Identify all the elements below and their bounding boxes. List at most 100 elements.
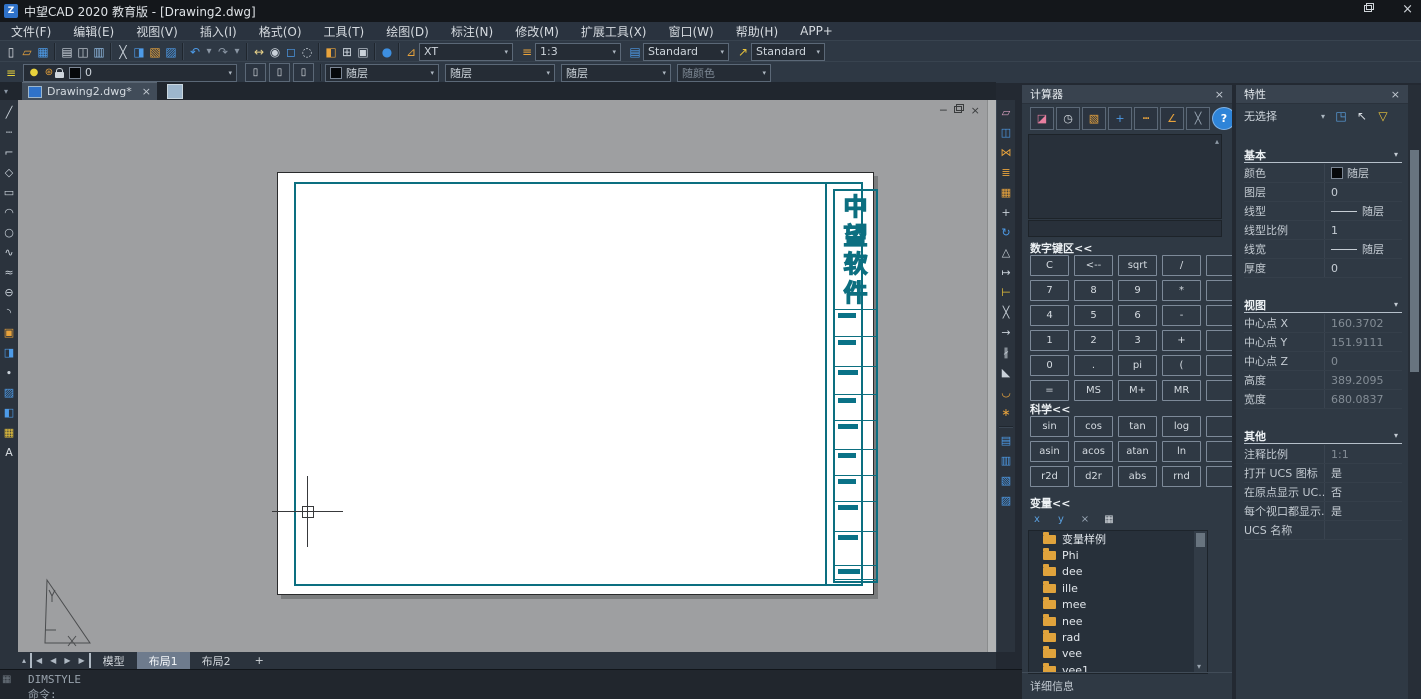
property-value[interactable]: 是 bbox=[1324, 464, 1402, 482]
redo-icon[interactable]: ↷ bbox=[215, 44, 231, 60]
publish-icon[interactable]: ▥ bbox=[91, 44, 107, 60]
text-style-icon[interactable]: ▤ bbox=[627, 44, 643, 60]
sci-key-log[interactable]: log bbox=[1162, 416, 1201, 437]
calculator-input-icon[interactable]: ▦ bbox=[1102, 512, 1116, 526]
property-value[interactable]: 随层 bbox=[1324, 202, 1402, 220]
copy-clip-icon[interactable]: ◨ bbox=[131, 44, 147, 60]
intersection-of-lines-icon[interactable]: ╳ bbox=[1186, 107, 1210, 130]
menu-help[interactable]: 帮助(H) bbox=[725, 22, 789, 40]
numpad-section-label[interactable]: 数字键区<< bbox=[1030, 240, 1092, 256]
ellipse-icon[interactable]: ⊖ bbox=[1, 284, 17, 300]
plot-icon[interactable]: ▤ bbox=[59, 44, 75, 60]
model-space-icon[interactable]: ▣ bbox=[355, 44, 371, 60]
property-value[interactable]: 否 bbox=[1324, 483, 1402, 501]
sci-key-tan[interactable]: tan bbox=[1118, 416, 1157, 437]
dimension-style-combo[interactable]: XT▾ bbox=[419, 43, 513, 61]
polygon-icon[interactable]: ◇ bbox=[1, 164, 17, 180]
erase-icon[interactable]: ▱ bbox=[998, 104, 1014, 120]
numpad-key-clipped[interactable] bbox=[1206, 355, 1232, 376]
help-icon[interactable]: ? bbox=[1212, 107, 1232, 130]
angle-of-line-icon[interactable]: ∠ bbox=[1160, 107, 1184, 130]
chevron-down-icon[interactable]: ▾ bbox=[716, 48, 724, 56]
numpad-key--[interactable]: - bbox=[1162, 305, 1201, 326]
numpad-key-<--[interactable]: <-- bbox=[1074, 255, 1113, 276]
draworder-back-icon[interactable]: ▥ bbox=[998, 452, 1014, 468]
menu-modify[interactable]: 修改(M) bbox=[504, 22, 570, 40]
property-value[interactable]: 680.0837 bbox=[1324, 390, 1402, 408]
get-coordinates-icon[interactable]: + bbox=[1108, 107, 1132, 130]
numpad-key-([interactable]: ( bbox=[1162, 355, 1201, 376]
extend-icon[interactable]: → bbox=[998, 324, 1014, 340]
menu-express-tools[interactable]: 扩展工具(X) bbox=[570, 22, 658, 40]
menu-edit[interactable]: 编辑(E) bbox=[62, 22, 125, 40]
next-layout-button[interactable]: ▶ bbox=[60, 653, 74, 668]
color-control-combo[interactable]: 随层 ▾ bbox=[325, 64, 439, 82]
clear-history-icon[interactable]: ◷ bbox=[1056, 107, 1080, 130]
make-block-icon[interactable]: ◨ bbox=[1, 344, 17, 360]
zoom-window-icon[interactable]: ◻ bbox=[283, 44, 299, 60]
sci-key-d2r[interactable]: d2r bbox=[1074, 466, 1113, 487]
scientific-section-label[interactable]: 科学<< bbox=[1030, 401, 1070, 417]
point-icon[interactable]: ∙ bbox=[1, 364, 17, 380]
sci-key-abs[interactable]: abs bbox=[1118, 466, 1157, 487]
circle-icon[interactable]: ○ bbox=[1, 224, 17, 240]
menu-window[interactable]: 窗口(W) bbox=[658, 22, 725, 40]
scale-list-icon[interactable]: ≡ bbox=[519, 44, 535, 60]
stretch-icon[interactable]: ↦ bbox=[998, 264, 1014, 280]
variable-item-3[interactable]: ille bbox=[1029, 580, 1207, 596]
cut-icon[interactable]: ╳ bbox=[115, 44, 131, 60]
scrollbar-thumb[interactable] bbox=[1410, 150, 1419, 372]
insert-block-icon[interactable]: ▣ bbox=[1, 324, 17, 340]
numpad-key-clipped[interactable] bbox=[1206, 380, 1232, 401]
break-icon[interactable]: ∦ bbox=[998, 344, 1014, 360]
close-calculator-icon[interactable]: × bbox=[1215, 88, 1224, 101]
sci-key-rnd[interactable]: rnd bbox=[1162, 466, 1201, 487]
title-bar[interactable]: Z 中望CAD 2020 教育版 - [Drawing2.dwg] × bbox=[0, 0, 1421, 22]
pan-icon[interactable]: ↔ bbox=[251, 44, 267, 60]
sci-key-sin[interactable]: sin bbox=[1030, 416, 1069, 437]
text-style-combo[interactable]: Standard▾ bbox=[643, 43, 729, 61]
section-header-其他[interactable]: 其他▾ bbox=[1244, 428, 1402, 444]
render-icon[interactable]: ● bbox=[379, 44, 395, 60]
sci-key-clipped[interactable] bbox=[1206, 466, 1232, 487]
lengthen-icon[interactable]: ⊢ bbox=[998, 284, 1014, 300]
scroll-down-icon[interactable]: ▾ bbox=[1197, 662, 1201, 671]
mtext-icon[interactable]: A bbox=[1, 444, 17, 460]
sci-key-clipped[interactable] bbox=[1206, 441, 1232, 462]
tab-scroll-icon[interactable]: ▾ bbox=[4, 87, 8, 96]
zoom-realtime-icon[interactable]: ◉ bbox=[267, 44, 283, 60]
numpad-key-clipped[interactable] bbox=[1206, 305, 1232, 326]
numpad-key-clipped[interactable] bbox=[1206, 280, 1232, 301]
add-layout-button[interactable]: + bbox=[243, 652, 276, 669]
rotate-icon[interactable]: ↻ bbox=[998, 224, 1014, 240]
explode-icon[interactable]: ∗ bbox=[998, 404, 1014, 420]
calculator-history-box[interactable]: ▴ bbox=[1028, 134, 1222, 219]
menu-tools[interactable]: 工具(T) bbox=[313, 22, 376, 40]
variable-item-5[interactable]: nee bbox=[1029, 613, 1207, 629]
chamfer-icon[interactable]: ◣ bbox=[998, 364, 1014, 380]
distance-between-points-icon[interactable]: ┅ bbox=[1134, 107, 1158, 130]
layer-previous-button[interactable]: ▯ bbox=[269, 63, 290, 82]
plot-preview-icon[interactable]: ◫ bbox=[75, 44, 91, 60]
variable-item-2[interactable]: dee bbox=[1029, 564, 1207, 580]
new-document-button[interactable] bbox=[167, 84, 183, 99]
array-icon[interactable]: ▦ bbox=[998, 184, 1014, 200]
layer-states-button[interactable]: ▯ bbox=[293, 63, 314, 82]
quick-select-icon[interactable]: ▽ bbox=[1375, 108, 1391, 124]
dimension-style-icon[interactable]: ⊿ bbox=[403, 44, 419, 60]
property-value[interactable]: 0 bbox=[1324, 352, 1402, 370]
close-document-window-icon[interactable]: × bbox=[971, 104, 980, 117]
chevron-down-icon[interactable]: ▾ bbox=[658, 69, 666, 77]
command-window-grip-icon[interactable]: ▦ bbox=[2, 674, 14, 686]
variables-scrollbar[interactable]: ▾ bbox=[1194, 531, 1207, 673]
viewports-icon[interactable]: ◧ bbox=[323, 44, 339, 60]
command-prompt[interactable]: 命令: bbox=[28, 686, 57, 699]
numpad-key-pi[interactable]: pi bbox=[1118, 355, 1157, 376]
numpad-key-clipped[interactable] bbox=[1206, 330, 1232, 351]
polyline-icon[interactable]: ⌐ bbox=[1, 144, 17, 160]
pickadd-toggle-icon[interactable]: ◳ bbox=[1333, 108, 1349, 124]
offset-icon[interactable]: ≣ bbox=[998, 164, 1014, 180]
move-icon[interactable]: + bbox=[998, 204, 1014, 220]
chevron-down-icon[interactable]: ▾ bbox=[203, 45, 215, 59]
numpad-key-5[interactable]: 5 bbox=[1074, 305, 1113, 326]
